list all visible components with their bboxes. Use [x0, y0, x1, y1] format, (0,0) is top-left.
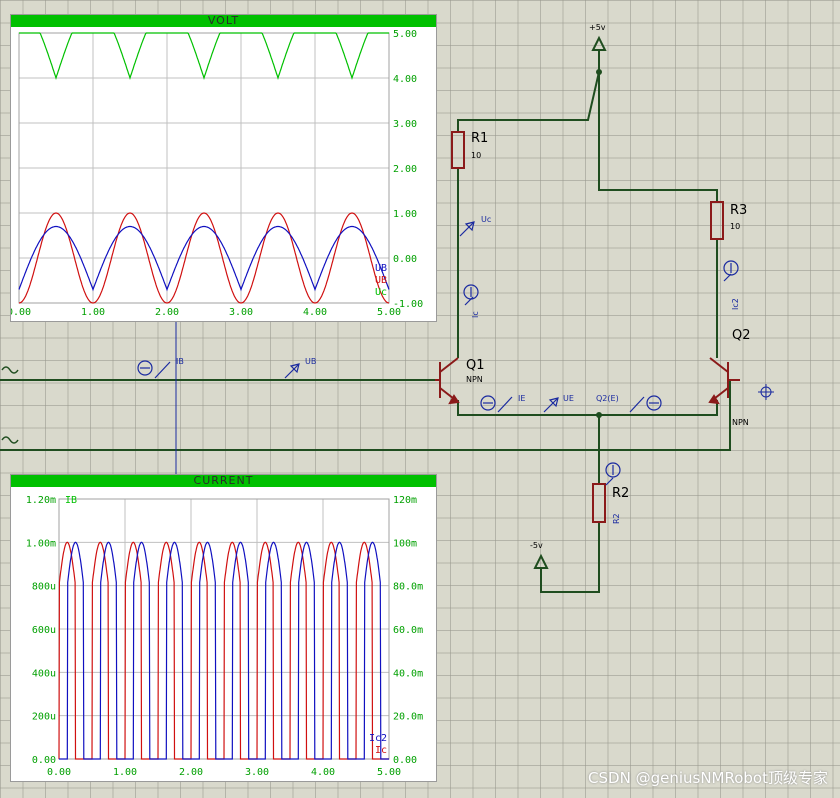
volt-graph-plot: 0.001.002.003.004.005.005.004.003.002.00…	[11, 29, 423, 318]
current-y-tick-right: 120m	[393, 495, 417, 506]
vee-label: -5v	[530, 541, 543, 550]
wire-vcc-r1	[457, 71, 600, 132]
current-x-tick: 5.00	[377, 767, 401, 778]
volt-legend-entry: UB	[375, 275, 387, 286]
current-y-tick-right: 60.0m	[393, 625, 423, 636]
probe-uc-label[interactable]: Uc	[481, 216, 491, 224]
current-legend-ib: IB	[65, 495, 77, 506]
vee-terminal-icon	[533, 553, 549, 569]
probe-ic-icon	[463, 284, 479, 306]
r3-value: 10	[730, 222, 741, 231]
r1-value: 10	[471, 151, 482, 160]
current-y-tick-left: 200u	[32, 712, 56, 723]
current-x-tick: 3.00	[245, 767, 269, 778]
current-graph-panel[interactable]: CURRENT 0.00 1.00 2.00 3.00 4.00 5.00 1.20m 120…	[10, 474, 437, 782]
volt-legend-entry: Uc	[375, 287, 387, 298]
probe-ub-label[interactable]: UB	[305, 358, 316, 366]
wire-vcc-r3	[598, 50, 718, 202]
junction-vcc	[596, 69, 602, 75]
probe-ib-icon	[137, 360, 171, 379]
crosshair-icon	[758, 384, 774, 400]
probe-ue-label[interactable]: UE	[563, 395, 574, 403]
volt-x-tick: 4.00	[303, 307, 327, 318]
vcc-terminal-icon	[591, 35, 607, 51]
current-x-tick: 4.00	[311, 767, 335, 778]
r2-name[interactable]: R2	[612, 487, 629, 500]
current-y-tick-right: 80.0m	[393, 582, 423, 593]
current-y-tick-right: 100m	[393, 538, 417, 549]
q2-type: NPN	[732, 418, 749, 427]
watermark: CSDN @geniusNMRobot顶级专家	[588, 769, 828, 787]
current-y-tick-right: 0.00	[393, 755, 417, 766]
volt-graph-panel[interactable]: VOLT 0.001.002.003.004.005.005.004.003.0…	[10, 14, 437, 322]
r1-name[interactable]: R1	[471, 132, 488, 145]
source-icon-2	[1, 436, 19, 444]
vcc-label: +5v	[589, 23, 606, 32]
r3-name[interactable]: R3	[730, 204, 747, 217]
probe-ic2-label[interactable]: Ic2	[731, 298, 740, 310]
probe-ic2-icon	[723, 260, 739, 282]
probe-ic-label[interactable]: Ic	[471, 311, 480, 318]
wire-r2-vee	[540, 522, 600, 593]
q1-symbol	[435, 357, 460, 405]
volt-x-tick: 3.00	[229, 307, 253, 318]
q1-type: NPN	[466, 375, 483, 384]
current-y-tick-left: 400u	[32, 668, 56, 679]
current-y-tick-right: 40.0m	[393, 668, 423, 679]
q2-name[interactable]: Q2	[732, 329, 751, 342]
current-legend-entry: Ic	[375, 745, 387, 756]
volt-y-tick: 3.00	[393, 119, 417, 130]
junction-emitter	[596, 412, 602, 418]
volt-y-tick: 5.00	[393, 29, 417, 40]
probe-ue-icon	[543, 397, 559, 413]
probe-ub-icon	[284, 363, 300, 379]
r1-body	[451, 131, 465, 169]
current-y-tick-left: 600u	[32, 625, 56, 636]
current-series-ic	[58, 541, 389, 760]
q2-symbol	[708, 357, 740, 405]
current-y-tick-left: 800u	[32, 582, 56, 593]
probe-ib-label[interactable]: IB	[176, 358, 184, 366]
volt-x-tick: 0.00	[11, 307, 31, 318]
probe-q2e-icon	[629, 395, 662, 413]
source-icon-1	[1, 366, 19, 374]
wire-emitter-bus	[457, 400, 718, 416]
r2-body	[592, 483, 606, 523]
volt-y-tick: 4.00	[393, 74, 417, 85]
volt-legend-entry: UB	[375, 263, 387, 274]
current-y-tick-right: 20.0m	[393, 712, 423, 723]
probe-uc-icon	[459, 221, 475, 237]
volt-x-tick: 1.00	[81, 307, 105, 318]
probe-r2-icon	[605, 462, 621, 486]
probe-r2-label[interactable]: R2	[612, 513, 621, 524]
volt-series-uc	[19, 32, 389, 81]
current-x-tick: 0.00	[47, 767, 71, 778]
current-y-tick-left: 1.00m	[26, 538, 56, 549]
volt-y-tick: 1.00	[393, 209, 417, 220]
current-y-tick-left: 1.20m	[26, 495, 56, 506]
current-legend-entry: Ic2	[369, 733, 387, 744]
probe-q2e-label[interactable]: Q2(E)	[596, 395, 619, 403]
current-graph-plot: 0.00 1.00 2.00 3.00 4.00 5.00 1.20m 120m 1.00m 10…	[26, 495, 423, 778]
volt-y-tick: 2.00	[393, 164, 417, 175]
volt-y-tick: -1.00	[393, 299, 423, 310]
probe-ie-label[interactable]: IE	[518, 395, 525, 403]
volt-y-tick: 0.00	[393, 254, 417, 265]
q1-name[interactable]: Q1	[466, 359, 485, 372]
r3-body	[710, 201, 724, 240]
current-x-tick: 1.00	[113, 767, 137, 778]
probe-ie-icon	[480, 395, 513, 413]
current-y-tick-left: 0.00	[32, 755, 56, 766]
volt-x-tick: 2.00	[155, 307, 179, 318]
current-x-tick: 2.00	[179, 767, 203, 778]
